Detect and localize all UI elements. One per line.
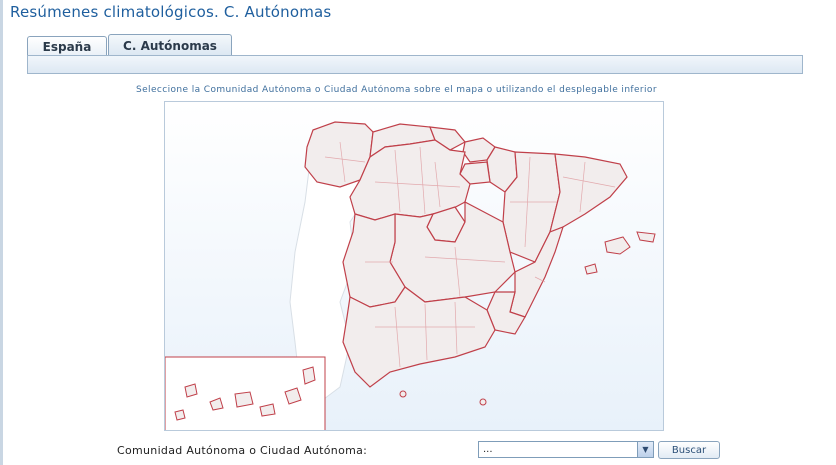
chevron-down-icon[interactable]: ▼ (637, 442, 653, 457)
page-title: Resúmenes climatológicos. C. Autónomas (10, 3, 332, 21)
left-rail (0, 0, 3, 465)
region-baleares[interactable] (584, 231, 656, 275)
region-select-label: Comunidad Autónoma o Ciudad Autónoma: (117, 444, 368, 457)
region-ceuta[interactable] (399, 390, 407, 398)
region-select-value: ... (483, 444, 493, 455)
region-melilla[interactable] (479, 398, 487, 406)
spain-map (164, 101, 664, 431)
tab-content-band (27, 55, 803, 74)
region-select[interactable]: ... ▼ (478, 441, 654, 458)
map-instruction: Seleccione la Comunidad Autónoma o Ciuda… (136, 85, 657, 95)
tab-espana[interactable]: España (27, 36, 107, 56)
search-button[interactable]: Buscar (658, 441, 720, 459)
tab-c-autonomas[interactable]: C. Autónomas (108, 34, 232, 56)
spain-map-svg (165, 121, 656, 430)
region-cataluna[interactable] (549, 153, 628, 233)
